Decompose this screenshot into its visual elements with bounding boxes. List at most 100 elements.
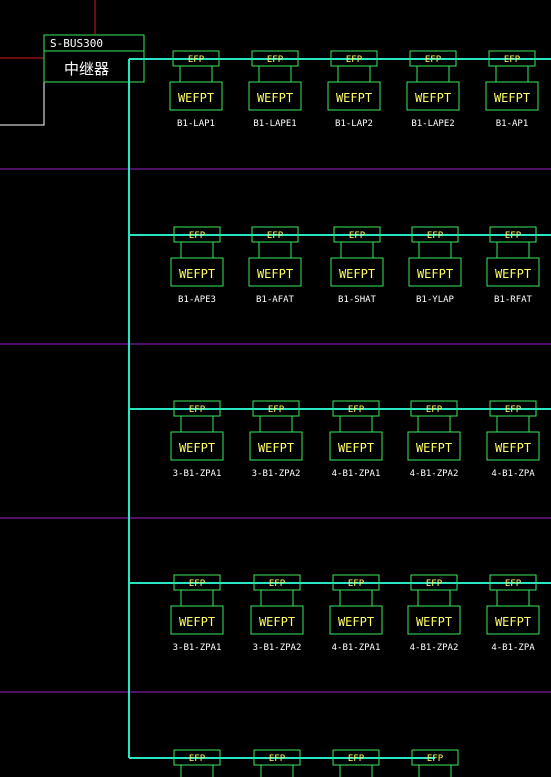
device-label: B1-AP1 [496, 119, 529, 129]
module[interactable]: EFP WEFPT B1-SHAT [330, 226, 384, 305]
module[interactable]: EFP WEFPT B1-LAPE1 [248, 50, 302, 129]
device-label: 4-B1-ZPA [491, 643, 535, 653]
efp-label: EFP [188, 55, 205, 65]
wefpt-label: WEFPT [415, 91, 451, 105]
device-label: 4-B1-ZPA1 [332, 643, 381, 653]
module-connector [496, 415, 530, 433]
device-label: B1-SHAT [338, 295, 377, 305]
wefpt-label: WEFPT [495, 267, 531, 281]
wefpt-label: WEFPT [179, 441, 215, 455]
module-connector [180, 589, 214, 607]
module-connector [259, 415, 293, 433]
wefpt-label: WEFPT [495, 615, 531, 629]
wefpt-label: WEFPT [416, 441, 452, 455]
wefpt-label: WEFPT [339, 267, 375, 281]
wefpt-label: WEFPT [494, 91, 530, 105]
wefpt-label: WEFPT [416, 615, 452, 629]
module-connector [180, 415, 214, 433]
module-connector [260, 764, 294, 777]
device-label: 3-B1-ZPA1 [173, 643, 222, 653]
fire-alarm-bus-diagram: S-BUS300 中继器 EFPWEFPTB1-LAP1EFPWEFPTB1-L… [0, 0, 551, 777]
wefpt-label: WEFPT [338, 615, 374, 629]
device-label: 4-B1-ZPA2 [410, 469, 459, 479]
module[interactable]: EFP WEFPT B1-LAP1 [169, 50, 223, 129]
efp-label: EFP [505, 231, 522, 241]
efp-label: EFP [426, 405, 443, 415]
efp-label: EFP [268, 405, 285, 415]
module-connector [339, 589, 373, 607]
module[interactable]: EFP WEFPT 4-B1-ZPA1 [329, 400, 383, 479]
efp-label: EFP [505, 579, 522, 589]
module-connector [495, 65, 529, 83]
efp-label: EFP [189, 754, 206, 764]
module[interactable]: EFP WEFPT 3-B1-ZPA1 [170, 400, 224, 479]
wefpt-label: WEFPT [179, 267, 215, 281]
module-connector [418, 241, 452, 259]
device-label: 4-B1-ZPA2 [410, 643, 459, 653]
efp-label: EFP [189, 579, 206, 589]
efp-label: EFP [269, 754, 286, 764]
module[interactable]: EFP WEFPT 4-B1-ZPA [486, 400, 540, 479]
device-label: B1-LAP2 [335, 119, 373, 129]
efp-label: EFP [189, 231, 206, 241]
module[interactable]: EFP WEFPT 4-B1-ZPA1 [329, 574, 383, 653]
efp-label: EFP [427, 754, 444, 764]
module-connector [496, 241, 530, 259]
wefpt-label: WEFPT [179, 615, 215, 629]
efp-label: EFP [269, 579, 286, 589]
efp-label: EFP [505, 405, 522, 415]
wefpt-label: WEFPT [257, 267, 293, 281]
module[interactable]: EFP WEFPT 4-B1-ZPA [486, 574, 540, 653]
wefpt-label: WEFPT [336, 91, 372, 105]
wefpt-label: WEFPT [495, 441, 531, 455]
module[interactable]: EFP WEFPT B1-AFAT [248, 226, 302, 305]
repeater-name-label: 中继器 [64, 60, 109, 78]
efp-label: EFP [504, 55, 521, 65]
module[interactable]: EFP WEFPT 3-B1-ZPA1 [170, 574, 224, 653]
device-label: B1-LAPE2 [411, 119, 454, 129]
module[interactable]: EFPWEFPT [171, 749, 223, 777]
module[interactable]: EFP WEFPT B1-YLAP [408, 226, 462, 305]
module-connector [180, 241, 214, 259]
device-label: 3-B1-ZPA2 [253, 643, 302, 653]
module[interactable]: EFPWEFPT [330, 749, 382, 777]
module-connector [417, 415, 451, 433]
device-label: B1-RFAT [494, 295, 533, 305]
wefpt-label: WEFPT [259, 615, 295, 629]
module[interactable]: EFP WEFPT 3-B1-ZPA2 [250, 574, 304, 653]
white-wire [0, 82, 45, 126]
efp-label: EFP [267, 55, 284, 65]
efp-label: EFP [427, 231, 444, 241]
efp-label: EFP [189, 405, 206, 415]
device-label: 4-B1-ZPA [491, 469, 535, 479]
row-dividers [0, 168, 551, 693]
repeater-model-label: S-BUS300 [50, 37, 103, 50]
module[interactable]: EFPWEFPT [251, 749, 303, 777]
module-connector [179, 65, 213, 83]
module[interactable]: EFP WEFPT B1-LAPE2 [406, 50, 460, 129]
module[interactable]: EFP WEFPT B1-RFAT [486, 226, 540, 305]
module-connector [339, 764, 373, 777]
efp-label: EFP [426, 579, 443, 589]
module[interactable]: EFPWEFPT [409, 749, 461, 777]
efp-label: EFP [346, 55, 363, 65]
wefpt-label: WEFPT [338, 441, 374, 455]
module[interactable]: EFP WEFPT B1-AP1 [485, 50, 539, 129]
efp-label: EFP [267, 231, 284, 241]
device-label: B1-AFAT [256, 295, 295, 305]
module[interactable]: EFP WEFPT 3-B1-ZPA2 [249, 400, 303, 479]
module-grid: EFPWEFPTB1-LAP1EFPWEFPTB1-LAPE1EFPWEFPTB… [169, 50, 540, 777]
module[interactable]: EFP WEFPT 4-B1-ZPA2 [407, 574, 461, 653]
module-connector [258, 241, 292, 259]
device-label: 3-B1-ZPA2 [252, 469, 301, 479]
module-connector [416, 65, 450, 83]
wefpt-label: WEFPT [258, 441, 294, 455]
module-connector [180, 764, 214, 777]
efp-label: EFP [425, 55, 442, 65]
device-label: 3-B1-ZPA1 [173, 469, 222, 479]
device-label: B1-YLAP [416, 295, 455, 305]
module-connector [340, 241, 374, 259]
module[interactable]: EFP WEFPT B1-LAP2 [327, 50, 381, 129]
module[interactable]: EFP WEFPT 4-B1-ZPA2 [407, 400, 461, 479]
module[interactable]: EFP WEFPT B1-APE3 [170, 226, 224, 305]
